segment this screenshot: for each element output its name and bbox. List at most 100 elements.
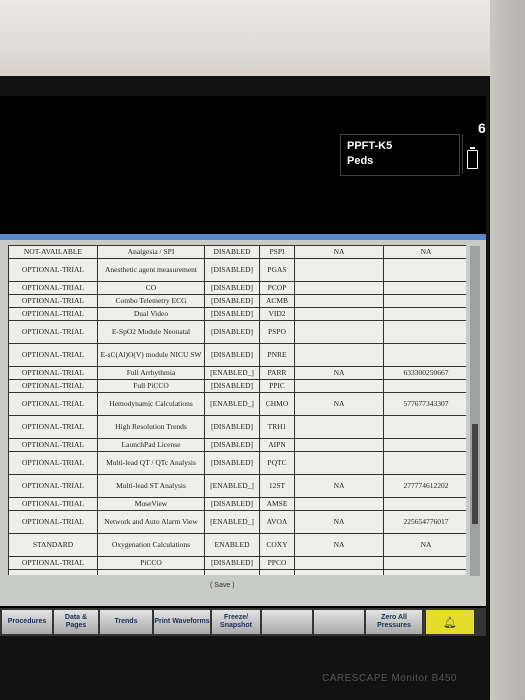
license-key-cell: [383, 415, 466, 439]
trial-info-cell: NA: [294, 510, 384, 534]
license-key-cell: NA: [383, 569, 466, 575]
bottom-toolbar: Procedures Data & Pages Trends Print Wav…: [0, 608, 486, 636]
feature-name-cell: Multi-lead ST Analysis: [97, 474, 205, 498]
feature-code-cell: PPCO: [259, 556, 295, 570]
background-wall: [0, 0, 525, 80]
trial-info-cell: [294, 451, 384, 475]
license-key-cell: [383, 556, 466, 570]
license-level-cell: OPTIONAL-TRIAL: [8, 392, 98, 416]
license-level-cell: OPTIONAL-TRIAL: [8, 556, 98, 570]
table-row: STANDARD Oxygenation Calculations ENABLED C…: [8, 533, 466, 557]
feature-name-cell: E-sC(Al)O(V) module NICU SW: [97, 343, 205, 367]
table-row: OPTIONAL-TRIAL Network and Auto Alarm Vie…: [8, 510, 466, 534]
feature-code-cell: AMSE: [259, 497, 295, 511]
patient-info-box[interactable]: PPFT-K5 Peds: [340, 134, 460, 176]
alarm-silence-button[interactable]: 🔔︎: [426, 610, 474, 634]
license-key-cell: NA: [383, 533, 466, 557]
freeze-snapshot-button[interactable]: Freeze/ Snapshot: [212, 610, 260, 634]
feature-status-cell: [ENABLED_]: [204, 474, 260, 498]
procedures-button[interactable]: Procedures: [2, 610, 52, 634]
feature-name-cell: Combo Telemetry ECG: [97, 294, 205, 308]
license-level-cell: OPTIONAL-TRIAL: [8, 510, 98, 534]
disabled-button-2[interactable]: [314, 610, 364, 634]
patient-mode: Peds: [347, 155, 374, 167]
feature-status-cell: [DISABLED]: [204, 343, 260, 367]
table-row: OPTIONAL-TRIAL Full PiCCO [DISABLED] PPIC: [8, 379, 466, 393]
license-key-cell: [383, 281, 466, 295]
feature-status-cell: [DISABLED]: [204, 294, 260, 308]
trial-info-cell: [294, 294, 384, 308]
license-level-cell: OPTIONAL-TRIAL: [8, 497, 98, 511]
feature-name-cell: CO: [97, 281, 205, 295]
license-level-cell: OPTIONAL-TRIAL: [8, 307, 98, 321]
license-key-cell: [383, 294, 466, 308]
zero-all-pressures-button[interactable]: Zero All Pressures: [366, 610, 422, 634]
table-row: OPTIONAL-TRIAL MuseView [DISABLED] AMSE: [8, 497, 466, 511]
trial-info-cell: [294, 415, 384, 439]
feature-status-cell: [DISABLED]: [204, 379, 260, 393]
feature-status-cell: [DISABLED]: [204, 451, 260, 475]
license-key-cell: [383, 451, 466, 475]
table-row: OPTIONAL-TRIAL LaunchPad License [DISABLED…: [8, 438, 466, 452]
license-level-cell: NOT-AVAILABLE: [8, 245, 98, 259]
feature-name-cell: Hemodynamic Calculations: [97, 392, 205, 416]
table-row: OPTIONAL-TRIAL Multi-lead ST Analysis [ENA…: [8, 474, 466, 498]
feature-status-cell: [DISABLED]: [204, 320, 260, 344]
battery-area: [462, 134, 486, 174]
feature-status-cell: [DISABLED]: [204, 415, 260, 439]
feature-name-cell: Analgesia / SPI: [97, 245, 205, 259]
trends-button[interactable]: Trends: [100, 610, 152, 634]
table-row: NOT-AVAILABLE Analgesia / SPI DISABLED PSPI…: [8, 245, 466, 259]
feature-status-cell: ENABLED: [204, 569, 260, 575]
feature-code-cell: VID2: [259, 307, 295, 321]
trial-info-cell: [294, 281, 384, 295]
feature-status-cell: [DISABLED]: [204, 438, 260, 452]
save-button[interactable]: ( Save ): [210, 582, 235, 589]
license-key-cell: [383, 497, 466, 511]
license-level-cell: STANDARD: [8, 569, 98, 575]
table-row: OPTIONAL-TRIAL Anesthetic agent measureme…: [8, 258, 466, 282]
license-level-cell: OPTIONAL-TRIAL: [8, 320, 98, 344]
license-level-cell: OPTIONAL-TRIAL: [8, 474, 98, 498]
trial-info-cell: NA: [294, 366, 384, 380]
data-pages-button[interactable]: Data & Pages: [54, 610, 98, 634]
feature-name-cell: Full PiCCO: [97, 379, 205, 393]
scrollbar-thumb[interactable]: [472, 424, 478, 524]
feature-code-cell: CHMO: [259, 392, 295, 416]
feature-code-cell: PGAS: [259, 258, 295, 282]
table-row: STANDARDReal-time Trends / minitrendsENA…: [8, 569, 466, 575]
table-row: OPTIONAL-TRIAL Full Arrhythmia [ENABLED_] P…: [8, 366, 466, 380]
license-level-cell: OPTIONAL-TRIAL: [8, 258, 98, 282]
monitor-side: [490, 0, 525, 700]
feature-code-cell: PPIC: [259, 379, 295, 393]
scrollbar[interactable]: [470, 246, 480, 576]
feature-code-cell: AVOA: [259, 510, 295, 534]
feature-name-cell: Multi-lead QT / QTc Analysis: [97, 451, 205, 475]
feature-name-cell: Real-time Trends / minitrends: [97, 569, 205, 575]
trial-info-cell: [294, 379, 384, 393]
trial-info-cell: NA: [294, 392, 384, 416]
feature-code-cell: PCOP: [259, 281, 295, 295]
disabled-button-1[interactable]: [262, 610, 312, 634]
trial-info-cell: NA: [294, 474, 384, 498]
alarm-bell-icon: 🔔︎: [443, 616, 457, 629]
feature-status-cell: DISABLED: [204, 245, 260, 259]
feature-code-cell: COXY: [259, 533, 295, 557]
device-name: PPFT-K5: [347, 140, 393, 152]
license-level-cell: OPTIONAL-TRIAL: [8, 281, 98, 295]
table-row: OPTIONAL-TRIAL E-SpO2 Module Neonatal [DIS…: [8, 320, 466, 344]
license-level-cell: OPTIONAL-TRIAL: [8, 294, 98, 308]
trial-info-cell: [294, 307, 384, 321]
feature-status-cell: ENABLED: [204, 533, 260, 557]
feature-name-cell: Oxygenation Calculations: [97, 533, 205, 557]
table-row: OPTIONAL-TRIAL PiCCO [DISABLED] PPCO: [8, 556, 466, 570]
feature-code-cell: PARR: [259, 366, 295, 380]
license-table-wrap: NOT-AVAILABLE Analgesia / SPI DISABLED PSPI…: [8, 245, 466, 575]
license-key-cell: [383, 258, 466, 282]
trial-info-cell: [294, 556, 384, 570]
license-level-cell: OPTIONAL-TRIAL: [8, 438, 98, 452]
trial-info-cell: [294, 438, 384, 452]
print-waveforms-button[interactable]: Print Waveforms: [154, 610, 210, 634]
license-key-cell: 577677343307: [383, 392, 466, 416]
trial-info-cell: NA: [294, 533, 384, 557]
